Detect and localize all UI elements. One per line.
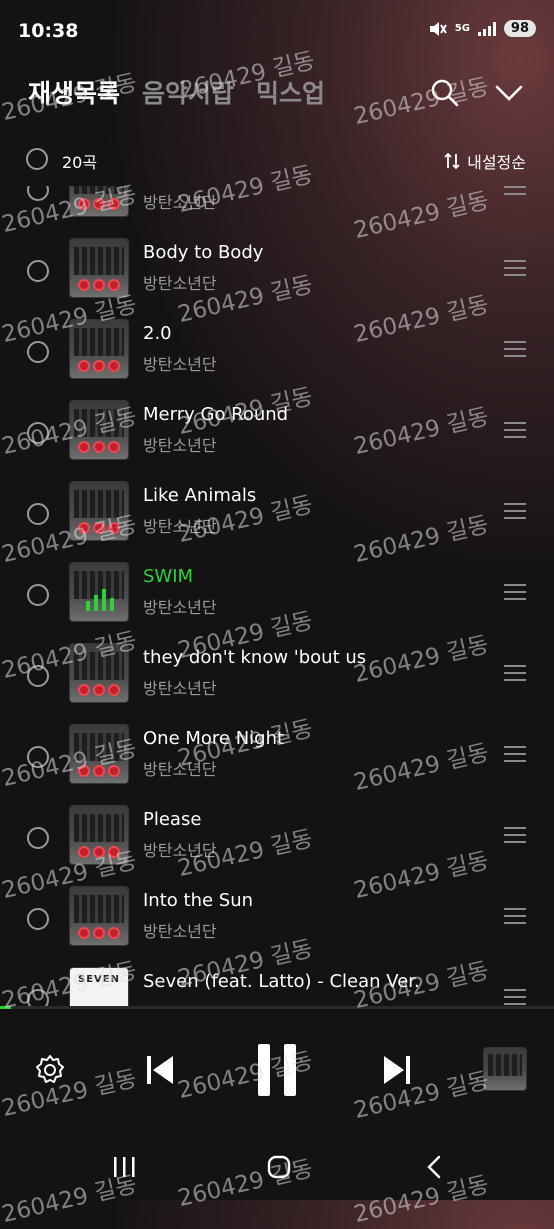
track-row[interactable]: they don't know 'bout us 방탄소년단 — [0, 644, 554, 725]
player-controls — [0, 1018, 554, 1128]
drag-handle-icon[interactable] — [504, 260, 526, 276]
track-title: SWIM — [143, 566, 194, 587]
track-row[interactable]: 방탄소년단 — [0, 186, 554, 239]
select-all-checkbox[interactable] — [26, 148, 48, 170]
drag-handle-icon[interactable] — [504, 584, 526, 600]
track-artist: 방탄소년단 — [143, 274, 217, 293]
track-artist: 방탄소년단 — [143, 436, 217, 455]
status-time: 10:38 — [18, 20, 79, 42]
tab-music-drawer[interactable]: 음악서랍 — [142, 74, 234, 110]
pause-icon[interactable] — [256, 1044, 298, 1096]
track-artist: 방탄소년단 — [143, 760, 217, 779]
playback-progress-fill — [0, 1006, 12, 1009]
drag-handle-icon[interactable] — [504, 341, 526, 357]
track-artist: 방탄소년단 — [143, 598, 217, 617]
gear-icon[interactable] — [34, 1054, 66, 1086]
track-row[interactable]: Please 방탄소년단 — [0, 806, 554, 887]
track-count: 20곡 — [62, 153, 98, 172]
drag-handle-icon[interactable] — [504, 989, 526, 1005]
system-nav-bar — [0, 1140, 554, 1200]
tab-bar: 재생목록 음악서랍 믹스업 — [28, 74, 325, 110]
skip-previous-icon[interactable] — [145, 1054, 175, 1086]
track-title: Like Animals — [143, 485, 257, 506]
track-artist: 방탄소년단 — [143, 355, 217, 374]
track-title: Body to Body — [143, 242, 264, 263]
battery-badge: 98 — [503, 20, 536, 37]
sort-icon — [444, 152, 460, 170]
album-art — [70, 401, 128, 459]
track-row[interactable]: 2.0 방탄소년단 — [0, 320, 554, 401]
track-row[interactable]: Like Animals 방탄소년단 — [0, 482, 554, 563]
album-art — [70, 806, 128, 864]
recent-apps-icon[interactable] — [112, 1154, 136, 1180]
sort-button[interactable]: 내설정순 — [443, 149, 526, 173]
status-bar: 10:38 5G 98 — [0, 0, 554, 64]
drag-handle-icon[interactable] — [504, 746, 526, 762]
watermark-text: 260429 길동 — [351, 73, 492, 131]
drag-handle-icon[interactable] — [504, 186, 526, 195]
track-title: One More Night — [143, 728, 285, 749]
drag-handle-icon[interactable] — [504, 665, 526, 681]
tab-playlist[interactable]: 재생목록 — [28, 74, 120, 110]
track-row[interactable]: One More Night 방탄소년단 — [0, 725, 554, 806]
playlist-header: 20곡 내설정순 — [26, 146, 526, 174]
track-row[interactable]: SWIM 방탄소년단 — [0, 563, 554, 644]
drag-handle-icon[interactable] — [504, 908, 526, 924]
track-row[interactable]: Body to Body 방탄소년단 — [0, 239, 554, 320]
track-checkbox[interactable] — [27, 260, 49, 282]
track-title: Into the Sun — [143, 890, 254, 911]
album-art — [70, 186, 128, 216]
track-title: Please — [143, 809, 202, 830]
album-art — [70, 320, 128, 378]
album-art — [70, 482, 128, 540]
track-checkbox[interactable] — [27, 827, 49, 849]
track-artist: 방탄소년단 — [143, 679, 217, 698]
track-checkbox[interactable] — [27, 503, 49, 525]
track-title: Merry Go Round — [143, 404, 289, 425]
network-label: 5G — [454, 23, 470, 34]
track-artist: 방탄소년단 — [143, 841, 217, 860]
track-title: Seven (feat. Latto) - Clean Ver. — [143, 971, 420, 992]
album-art — [70, 644, 128, 702]
track-row[interactable]: Merry Go Round 방탄소년단 — [0, 401, 554, 482]
track-title: they don't know 'bout us — [143, 647, 367, 668]
track-row[interactable]: SEVEN Seven (feat. Latto) - Clean Ver. — [0, 968, 554, 1008]
signal-icon — [477, 21, 496, 36]
now-playing-album-art[interactable] — [484, 1048, 526, 1090]
track-artist: 방탄소년단 — [143, 517, 217, 536]
album-art: SEVEN — [70, 968, 128, 1008]
track-list: 방탄소년단 Body to Body 방탄소년단 2.0 방탄소년단 Merry… — [0, 186, 554, 1008]
track-checkbox[interactable] — [27, 908, 49, 930]
sort-label: 내설정순 — [467, 153, 526, 172]
album-art — [70, 725, 128, 783]
status-icons: 5G 98 — [429, 20, 536, 37]
mute-icon — [429, 21, 447, 36]
track-checkbox[interactable] — [27, 746, 49, 768]
track-checkbox[interactable] — [27, 422, 49, 444]
track-checkbox[interactable] — [27, 186, 49, 201]
album-art — [70, 563, 128, 621]
track-artist: 방탄소년단 — [143, 922, 217, 941]
chevron-down-icon[interactable] — [494, 80, 524, 106]
album-art — [70, 239, 128, 297]
track-artist: 방탄소년단 — [143, 193, 217, 212]
drag-handle-icon[interactable] — [504, 422, 526, 438]
album-art-text: SEVEN — [78, 974, 120, 985]
equalizer-icon — [86, 589, 114, 611]
track-checkbox[interactable] — [27, 665, 49, 687]
track-title: 2.0 — [143, 323, 172, 344]
home-icon[interactable] — [266, 1154, 292, 1180]
album-art — [70, 887, 128, 945]
tab-mixup[interactable]: 믹스업 — [256, 74, 325, 110]
playback-progress[interactable] — [0, 1006, 554, 1009]
drag-handle-icon[interactable] — [504, 827, 526, 843]
skip-next-icon[interactable] — [382, 1054, 412, 1086]
track-checkbox[interactable] — [27, 341, 49, 363]
track-checkbox[interactable] — [27, 584, 49, 606]
track-row[interactable]: Into the Sun 방탄소년단 — [0, 887, 554, 968]
drag-handle-icon[interactable] — [504, 503, 526, 519]
back-icon[interactable] — [424, 1154, 444, 1180]
search-icon[interactable] — [430, 78, 460, 108]
